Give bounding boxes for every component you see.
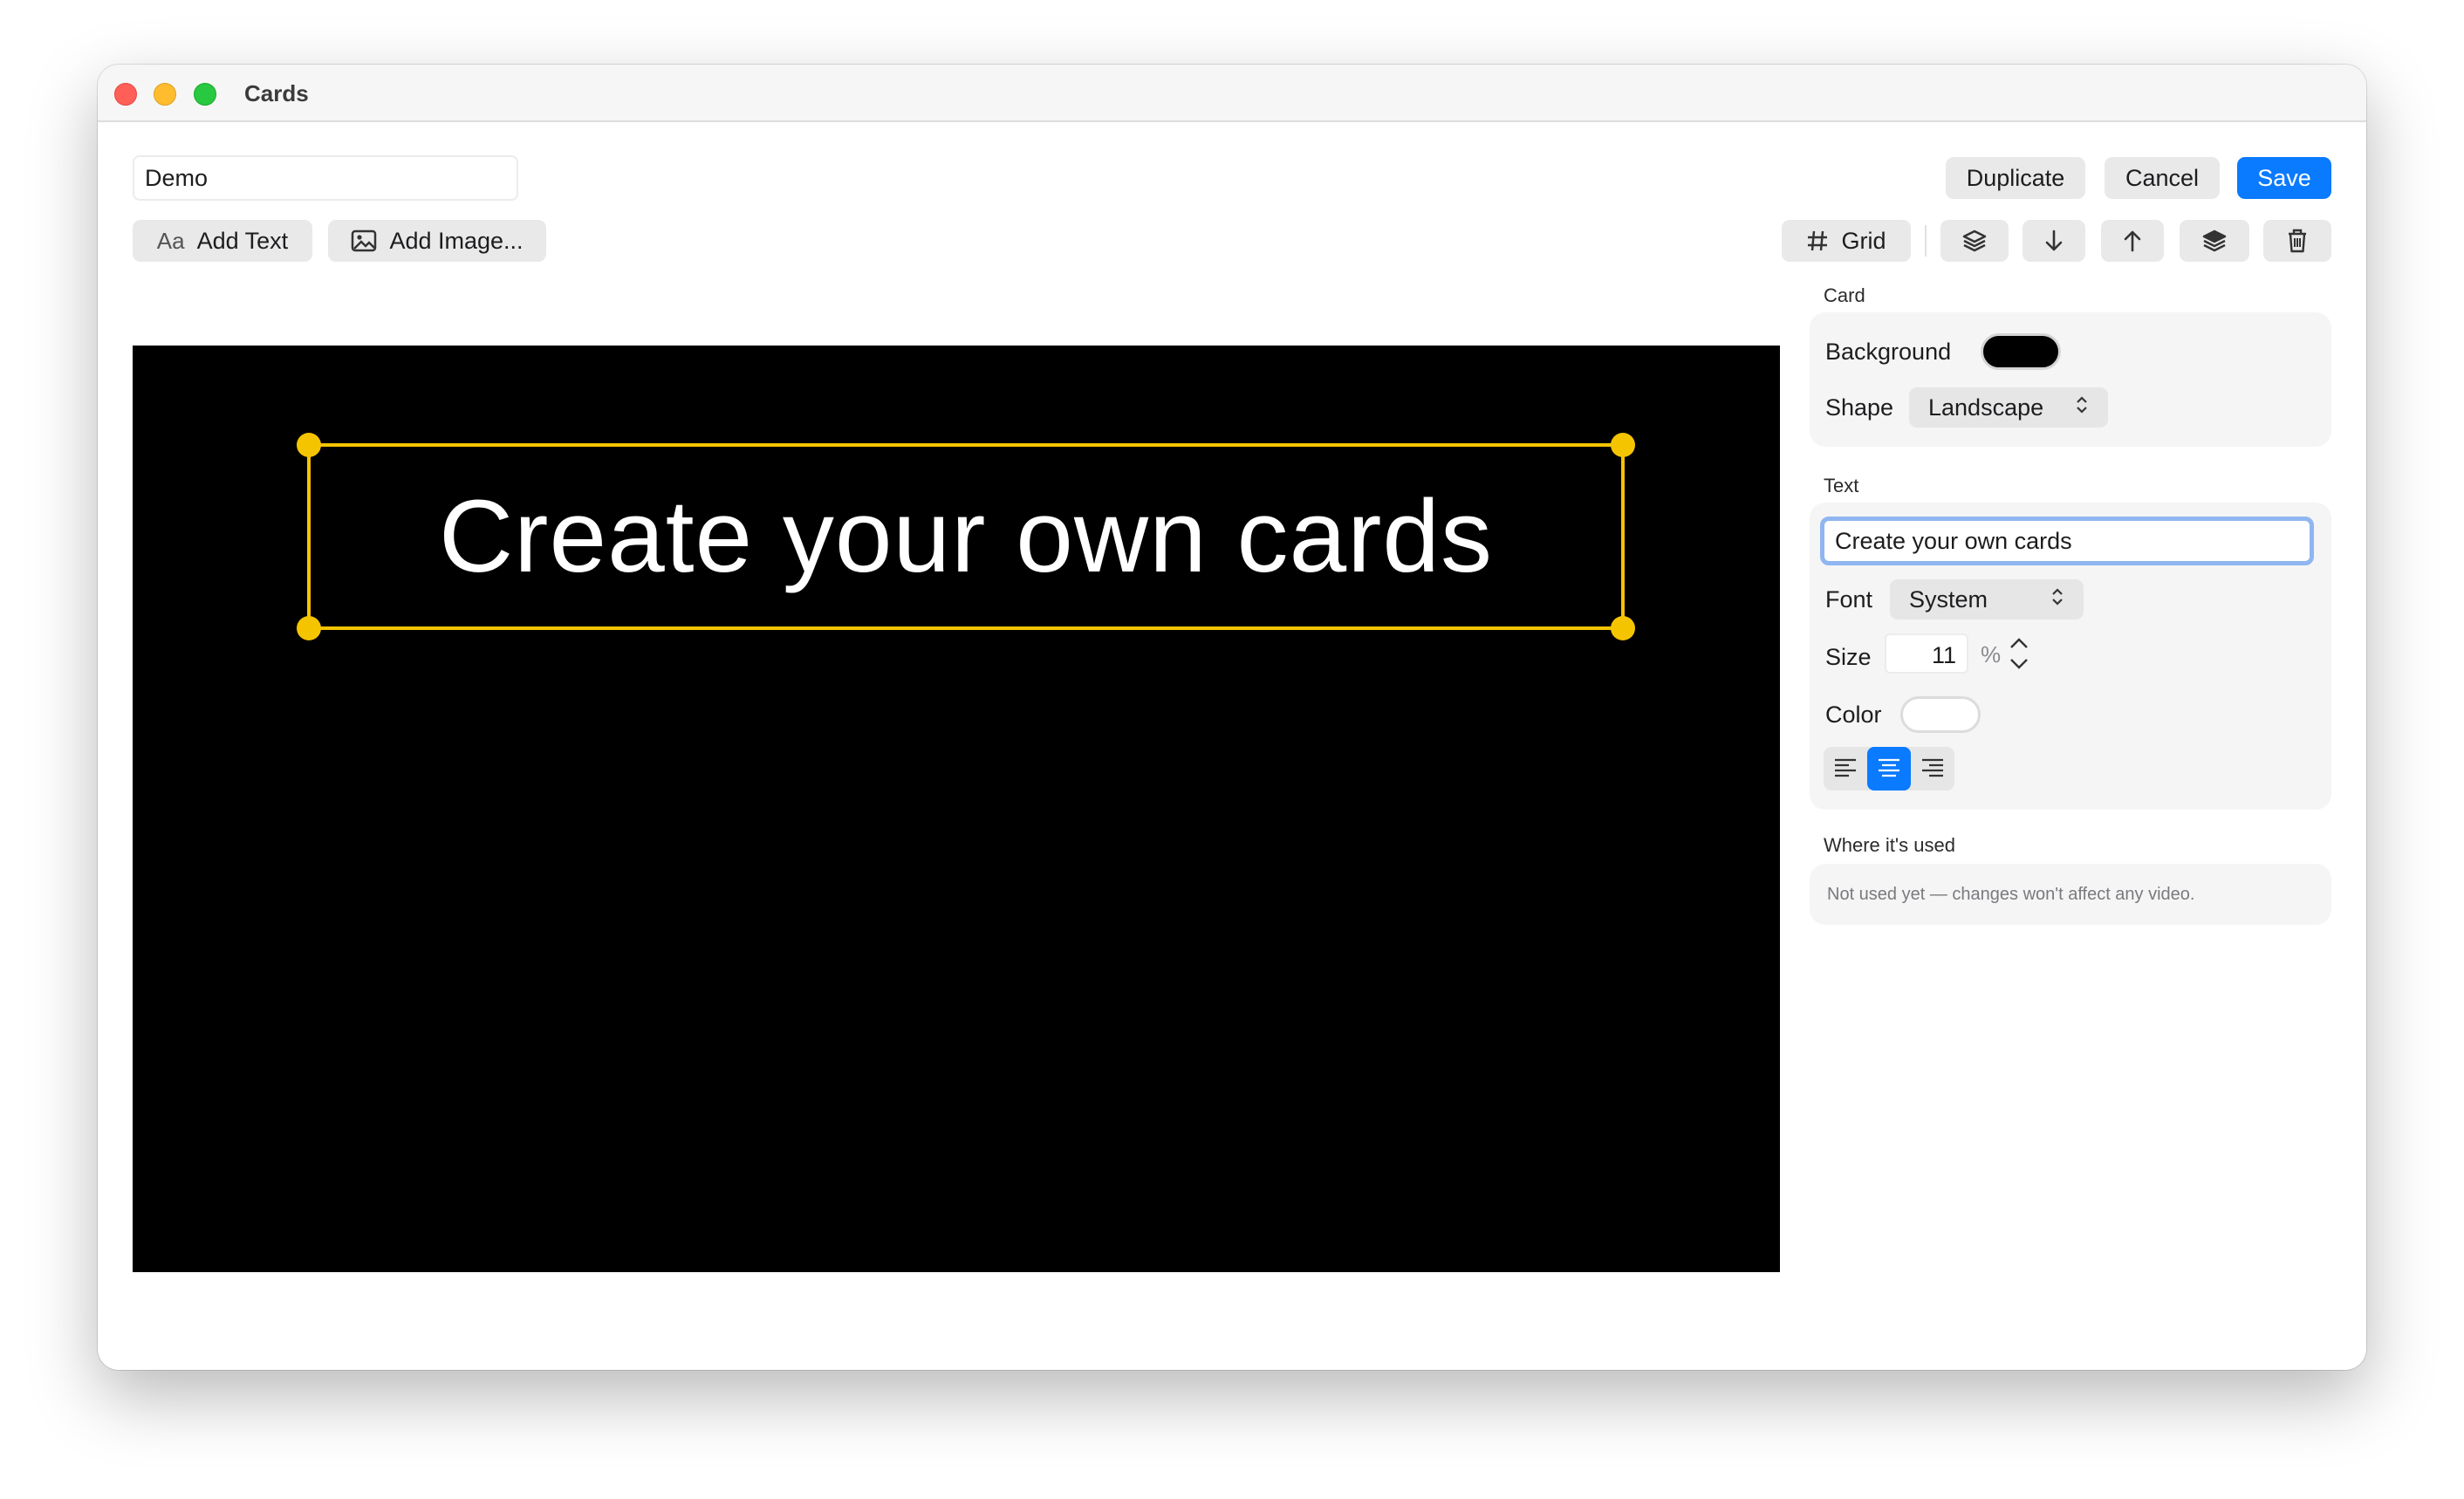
size-label: Size — [1825, 644, 1872, 670]
chevron-updown-icon — [2050, 586, 2064, 613]
text-content-value: Create your own cards — [1835, 527, 2072, 554]
resize-handle-bottom-right[interactable] — [1611, 616, 1635, 640]
add-image-button[interactable]: Add Image... — [328, 220, 546, 262]
toolbar-divider — [1925, 225, 1927, 257]
card-section-label: Card — [1824, 284, 1865, 306]
card-text[interactable]: Create your own cards — [439, 477, 1493, 596]
shape-label: Shape — [1825, 394, 1894, 421]
grid-icon — [1806, 229, 1829, 252]
delete-button[interactable] — [2263, 220, 2331, 262]
align-center-button[interactable] — [1867, 747, 1911, 791]
trash-icon — [2286, 228, 2309, 254]
align-left-icon — [1833, 756, 1858, 782]
arrow-up-icon — [2122, 229, 2143, 253]
text-color-well[interactable] — [1900, 696, 1981, 733]
text-section-label: Text — [1824, 475, 1859, 496]
card-settings-panel: Background Shape Landscape — [1810, 312, 2331, 447]
title-bar: Cards — [98, 65, 2366, 122]
size-unit: % — [1981, 641, 2002, 667]
add-image-label: Add Image... — [389, 227, 524, 254]
align-left-button[interactable] — [1824, 747, 1867, 791]
resize-handle-top-left[interactable] — [297, 433, 321, 457]
window-title: Cards — [244, 80, 309, 106]
chevron-updown-icon — [2075, 394, 2089, 421]
arrow-down-icon — [2043, 229, 2064, 253]
background-color-well[interactable] — [1981, 333, 2061, 370]
cards-window: Cards Duplicate Cancel Save Aa Add Text … — [98, 65, 2366, 1370]
cancel-button-label: Cancel — [2125, 164, 2200, 191]
minimize-window-button[interactable] — [154, 83, 176, 106]
add-text-button[interactable]: Aa Add Text — [133, 220, 312, 262]
align-right-button[interactable] — [1911, 747, 1954, 791]
grid-label: Grid — [1841, 227, 1886, 254]
alignment-segmented-control — [1824, 747, 1954, 791]
resize-handle-top-right[interactable] — [1611, 433, 1635, 457]
card-name-input[interactable] — [133, 155, 518, 201]
bring-to-front-button[interactable] — [1940, 220, 2009, 262]
close-window-button[interactable] — [114, 83, 137, 106]
move-down-button[interactable] — [2023, 220, 2085, 262]
card-canvas[interactable]: Create your own cards — [133, 346, 1780, 1272]
save-button[interactable]: Save — [2237, 157, 2331, 199]
color-label: Color — [1825, 702, 1882, 728]
text-format-icon: Aa — [156, 227, 185, 254]
grid-toggle-button[interactable]: Grid — [1782, 220, 1911, 262]
font-value: System — [1909, 585, 1988, 613]
align-right-icon — [1920, 756, 1945, 782]
align-center-icon — [1877, 756, 1901, 782]
cancel-button[interactable]: Cancel — [2105, 157, 2220, 199]
shape-value: Landscape — [1928, 394, 2044, 421]
duplicate-button-label: Duplicate — [1966, 164, 2065, 191]
bring-to-front-icon — [1961, 228, 1988, 254]
zoom-window-button[interactable] — [194, 83, 216, 106]
shape-popup[interactable]: Landscape — [1909, 387, 2108, 428]
size-stepper[interactable] — [2003, 630, 2035, 677]
usage-panel: Not used yet — changes won't affect any … — [1810, 864, 2331, 925]
selected-text-element[interactable]: Create your own cards — [297, 433, 1635, 640]
move-up-button[interactable] — [2101, 220, 2164, 262]
duplicate-button[interactable]: Duplicate — [1946, 157, 2085, 199]
size-input[interactable]: 11 — [1885, 633, 1968, 674]
usage-message: Not used yet — changes won't affect any … — [1827, 885, 2195, 904]
resize-handle-bottom-left[interactable] — [297, 616, 321, 640]
save-button-label: Save — [2257, 164, 2311, 191]
font-label: Font — [1825, 586, 1873, 613]
send-to-back-button[interactable] — [2180, 220, 2249, 262]
send-to-back-icon — [2201, 228, 2228, 254]
font-popup[interactable]: System — [1890, 579, 2084, 619]
text-content-field[interactable]: Create your own cards — [1820, 517, 2314, 565]
add-text-label: Add Text — [196, 227, 289, 254]
text-settings-panel: Create your own cards Font System Size 1… — [1810, 503, 2331, 810]
photo-icon — [351, 229, 377, 252]
background-label: Background — [1825, 339, 1952, 365]
usage-section-label: Where it's used — [1824, 834, 1955, 856]
